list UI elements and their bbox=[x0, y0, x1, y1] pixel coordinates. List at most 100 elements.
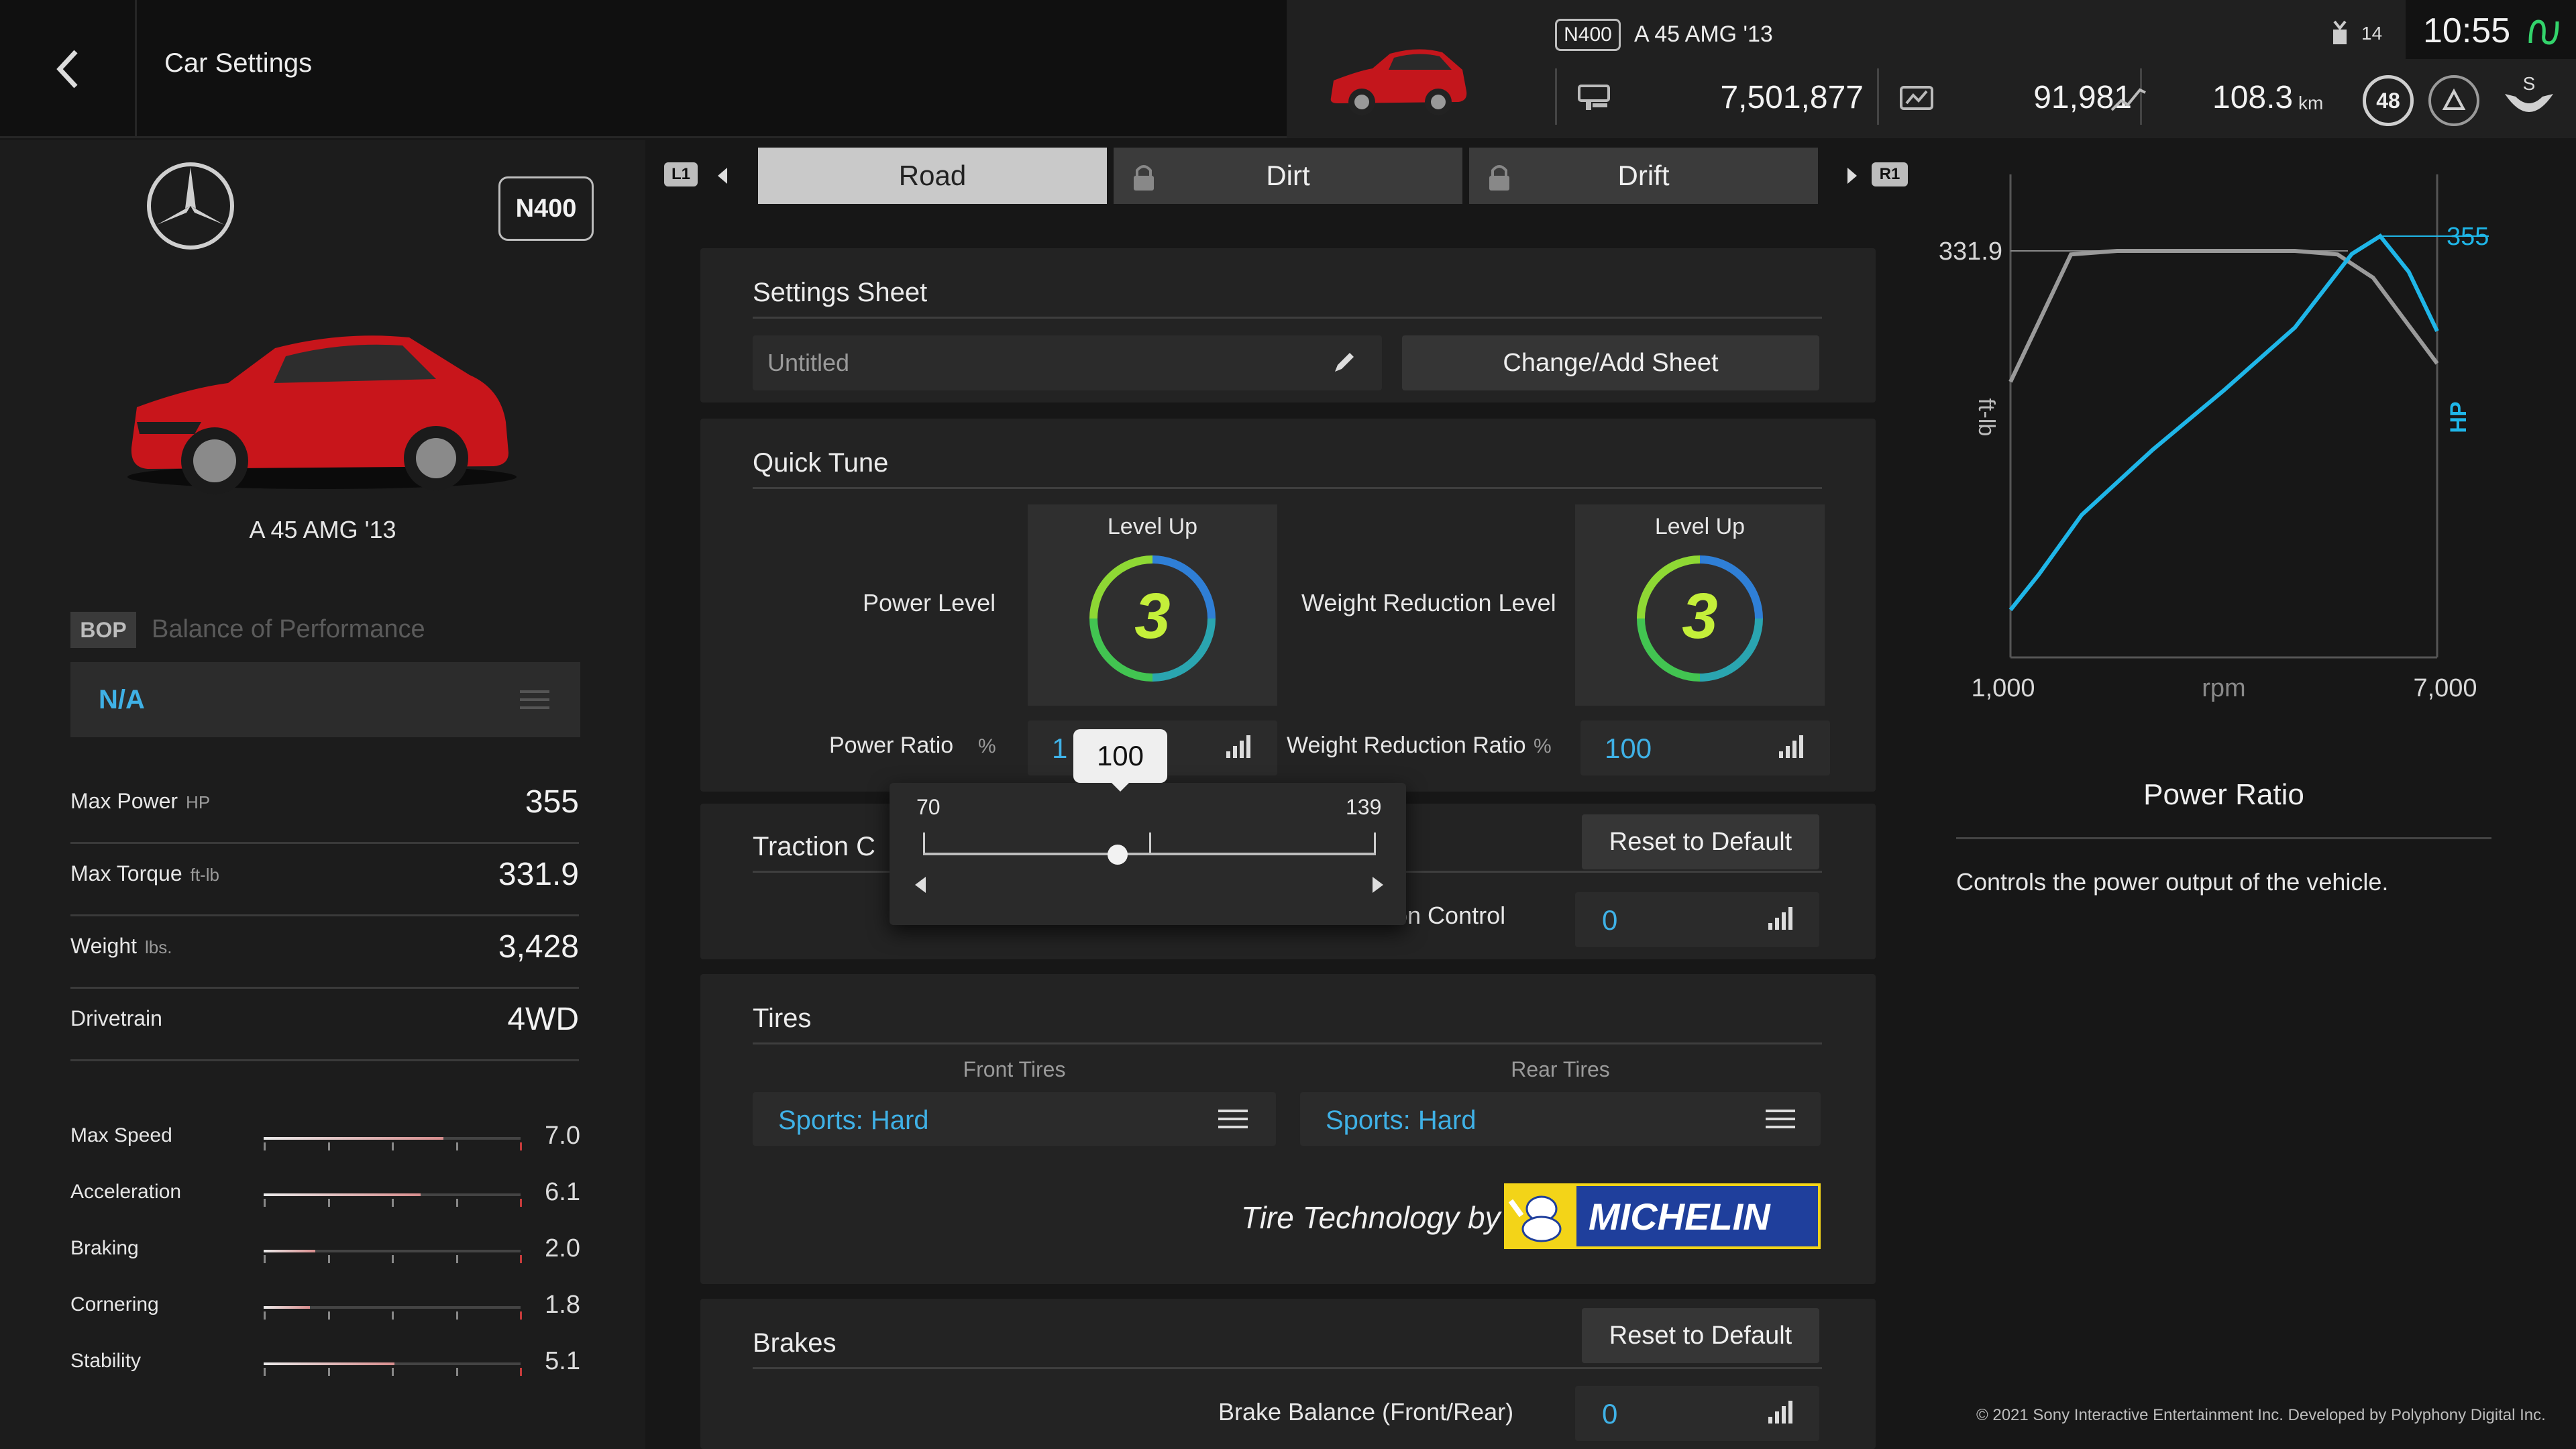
brakes-panel: Brakes Reset to Default Brake Balance (F… bbox=[700, 1299, 1876, 1449]
performance-tick bbox=[520, 1368, 522, 1376]
performance-tick bbox=[520, 1255, 522, 1263]
bar-chart-icon bbox=[1779, 735, 1803, 758]
performance-tick bbox=[392, 1311, 394, 1320]
bop-dropdown[interactable]: N/A bbox=[70, 662, 580, 737]
traction-reset-button[interactable]: Reset to Default bbox=[1582, 814, 1819, 869]
divider bbox=[753, 1367, 1822, 1369]
rank-icon[interactable] bbox=[2428, 75, 2479, 126]
decrease-arrow-icon[interactable] bbox=[912, 875, 927, 894]
stat-unit: lbs. bbox=[145, 937, 172, 957]
x-min-tick-label: 1,000 bbox=[1971, 674, 2035, 702]
stat-value: 4WD bbox=[507, 1002, 579, 1037]
r1-button-hint[interactable]: R1 bbox=[1872, 162, 1908, 186]
x-max-tick-label: 7,000 bbox=[2413, 674, 2477, 702]
change-add-sheet-button[interactable]: Change/Add Sheet bbox=[1402, 335, 1819, 390]
weight-level-selector[interactable]: Level Up 3 bbox=[1575, 504, 1825, 706]
tab-road[interactable]: Road bbox=[758, 148, 1107, 204]
power-ratio-value: 1 bbox=[1052, 733, 1068, 764]
front-tires-dropdown[interactable]: Sports: Hard bbox=[753, 1092, 1276, 1146]
tab-dirt[interactable]: Dirt bbox=[1114, 148, 1462, 204]
performance-bar bbox=[264, 1193, 522, 1207]
performance-label: Stability bbox=[70, 1350, 142, 1372]
performance-value: 5.1 bbox=[545, 1347, 580, 1375]
power-peak-label: 355 bbox=[2447, 223, 2489, 251]
performance-bar bbox=[264, 1306, 522, 1320]
stat-label-text: Max Power bbox=[70, 789, 178, 813]
car-name: A 45 AMG '13 bbox=[1634, 21, 1773, 47]
tab-label: Dirt bbox=[1266, 160, 1310, 191]
slider-default-tick bbox=[1149, 833, 1151, 853]
rank-emblem-icon[interactable]: S bbox=[2501, 70, 2557, 126]
brake-balance-value: 0 bbox=[1602, 1398, 1618, 1430]
divider bbox=[1555, 68, 1557, 125]
stat-row: Max Power HP 355 bbox=[70, 771, 579, 844]
performance-row: Cornering 1.8 bbox=[70, 1289, 580, 1346]
brake-balance-field[interactable]: 0 bbox=[1575, 1386, 1819, 1441]
performance-row: Max Speed 7.0 bbox=[70, 1120, 580, 1177]
brakes-reset-button[interactable]: Reset to Default bbox=[1582, 1308, 1819, 1363]
connection-icon bbox=[2528, 19, 2559, 45]
stat-unit: HP bbox=[186, 792, 211, 812]
slider-handle[interactable] bbox=[1108, 845, 1128, 865]
level-badge[interactable]: 48 bbox=[2363, 75, 2414, 126]
series-hp-line bbox=[2008, 233, 2439, 612]
tooltip-pointer-icon bbox=[1110, 781, 1131, 792]
pp-badge: N400 bbox=[498, 176, 594, 241]
performance-value: 6.1 bbox=[545, 1178, 580, 1206]
slider-track[interactable] bbox=[923, 853, 1376, 855]
gift-icon bbox=[2333, 20, 2347, 44]
front-tires-value: Sports: Hard bbox=[778, 1106, 929, 1135]
weight-ratio-field[interactable]: 100 bbox=[1580, 720, 1830, 775]
sheet-name: Untitled bbox=[767, 349, 850, 376]
section-title: Brakes bbox=[753, 1328, 837, 1358]
car-thumbnail-icon bbox=[1330, 49, 1467, 115]
rear-tires-dropdown[interactable]: Sports: Hard bbox=[1300, 1092, 1821, 1146]
performance-value: 7.0 bbox=[545, 1122, 580, 1150]
back-button[interactable] bbox=[0, 0, 137, 138]
tab-drift[interactable]: Drift bbox=[1469, 148, 1818, 204]
section-title: Settings Sheet bbox=[753, 278, 928, 307]
stat-label: Max Torque ft-lb bbox=[70, 861, 219, 886]
tire-technology-label: Tire Technology by bbox=[1241, 1200, 1501, 1235]
divider bbox=[1956, 837, 2491, 839]
credits-icon bbox=[1578, 85, 1610, 110]
triangle-left-icon[interactable] bbox=[715, 166, 729, 185]
performance-tick bbox=[456, 1311, 458, 1320]
rear-tires-value: Sports: Hard bbox=[1326, 1106, 1477, 1135]
performance-label: Acceleration bbox=[70, 1181, 182, 1203]
l1-button-hint[interactable]: L1 bbox=[664, 162, 698, 186]
y-axis-left-label: ft-lb bbox=[1974, 398, 1999, 437]
michelin-wordmark: MICHELIN bbox=[1589, 1195, 1770, 1238]
y-axis-right-label: HP bbox=[2446, 401, 2471, 433]
slider-max-label: 139 bbox=[1346, 795, 1382, 819]
x-axis-label: rpm bbox=[2202, 674, 2245, 702]
sheet-name-field[interactable]: Untitled bbox=[753, 335, 1382, 390]
performance-row: Acceleration 6.1 bbox=[70, 1177, 580, 1233]
performance-value: 2.0 bbox=[545, 1234, 580, 1263]
stat-label: Weight lbs. bbox=[70, 934, 172, 959]
rear-tires-label: Rear Tires bbox=[1511, 1057, 1610, 1081]
increase-arrow-icon[interactable] bbox=[1371, 875, 1386, 894]
lock-icon bbox=[1134, 165, 1154, 191]
triangle-right-icon[interactable] bbox=[1846, 166, 1860, 185]
slider-min-label: 70 bbox=[916, 795, 941, 819]
traction-control-field[interactable]: 0 bbox=[1575, 892, 1819, 947]
divider bbox=[1877, 68, 1879, 125]
torque-peak-label: 331.9 bbox=[1939, 237, 2002, 266]
performance-tick bbox=[328, 1255, 330, 1263]
performance-value: 1.8 bbox=[545, 1291, 580, 1319]
michelin-logo: MICHELIN bbox=[1504, 1183, 1821, 1249]
performance-bar-fill bbox=[264, 1250, 315, 1252]
power-level-label: Power Level bbox=[863, 589, 996, 616]
weight-level-label: Weight Reduction Level bbox=[1301, 589, 1556, 616]
brand-logo-icon bbox=[147, 162, 234, 250]
info-title: Power Ratio bbox=[2143, 778, 2304, 811]
weight-ratio-unit: % bbox=[1534, 735, 1552, 757]
bop-value: N/A bbox=[99, 685, 145, 714]
stat-unit: ft-lb bbox=[190, 865, 219, 885]
gift-count: 14 bbox=[2361, 23, 2383, 44]
power-level-selector[interactable]: Level Up 3 bbox=[1028, 504, 1277, 706]
lock-icon bbox=[1489, 165, 1509, 191]
menu-icon bbox=[1218, 1110, 1248, 1128]
performance-tick bbox=[520, 1142, 522, 1150]
